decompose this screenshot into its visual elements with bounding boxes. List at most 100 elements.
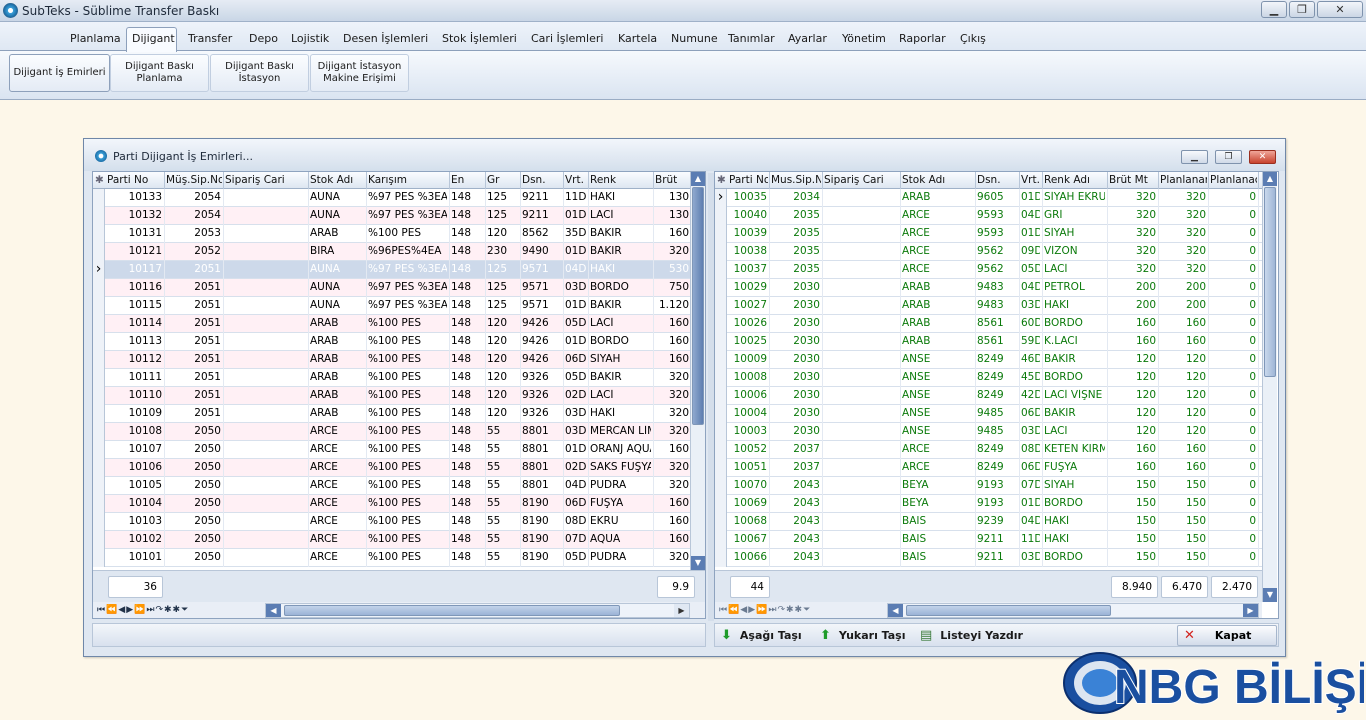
row-indicator[interactable] — [93, 369, 105, 387]
row-indicator[interactable] — [715, 315, 727, 333]
table-row[interactable]: 10101 2050 ARCE %100 PES 148 55 8190 05D PUDRA 32… — [93, 549, 692, 567]
navigator-icon[interactable]: ⏮⏪◀▶⏩⏭↷✱✱⏷ — [97, 605, 189, 615]
table-row[interactable]: 10067 2043 BAIS 9211 11D HAKI 150 150 0 — [715, 531, 1262, 549]
table-row[interactable]: 10121 2052 BIRA %96PES%4EA 148 230 9490 01D BAKI… — [93, 243, 692, 261]
ribbon-dijigant-is-emirleri[interactable]: Dijigant İş Emirleri — [9, 54, 110, 92]
row-indicator[interactable] — [715, 261, 727, 279]
row-indicator[interactable] — [93, 495, 105, 513]
table-row[interactable]: 10115 2051 AUNA %97 PES %3EA 148 125 9571 01D BA… — [93, 297, 692, 315]
table-row[interactable]: 10102 2050 ARCE %100 PES 148 55 8190 07D AQUA 160 — [93, 531, 692, 549]
row-indicator[interactable] — [93, 423, 105, 441]
table-row[interactable]: 10103 2050 ARCE %100 PES 148 55 8190 08D EKRU 160 — [93, 513, 692, 531]
window-restore-button[interactable]: ❐ — [1215, 150, 1242, 164]
column-separator[interactable] — [588, 172, 589, 189]
table-row[interactable]: 10027 2030 ARAB 9483 03D HAKI 200 200 0 — [715, 297, 1262, 315]
scroll-up-icon[interactable]: ▲ — [691, 172, 705, 186]
table-row[interactable]: › 10117 2051 AUNA %97 PES %3EA 148 125 9571 04D H… — [93, 261, 692, 279]
table-row[interactable]: 10106 2050 ARCE %100 PES 148 55 8801 02D SAKS FU… — [93, 459, 692, 477]
row-indicator[interactable] — [93, 531, 105, 549]
menu-numune[interactable]: Numune — [671, 32, 718, 45]
window-close-button[interactable]: ✕ — [1249, 150, 1276, 164]
table-row[interactable]: 10003 2030 ANSE 9485 03D LACI 120 120 0 — [715, 423, 1262, 441]
row-indicator[interactable] — [715, 243, 727, 261]
column-header[interactable]: Stok Adı — [902, 174, 974, 186]
table-row[interactable]: 10068 2043 BAIS 9239 04D HAKİ 150 150 0 — [715, 513, 1262, 531]
column-header[interactable]: Sipariş Cari — [225, 174, 307, 186]
menu-transfer[interactable]: Transfer — [188, 32, 232, 45]
table-row[interactable]: 10006 2030 ANSE 8249 42D LACİ VİŞNE 120 120 0 — [715, 387, 1262, 405]
table-row[interactable]: 10111 2051 ARAB %100 PES 148 120 9326 05D BAKIR 3… — [93, 369, 692, 387]
left-hscroll-thumb[interactable] — [284, 605, 620, 616]
table-row[interactable]: 10038 2035 ARCE 9562 09D VİZON 320 320 0 — [715, 243, 1262, 261]
table-row[interactable]: 10026 2030 ARAB 8561 60D BORDO 160 160 0 — [715, 315, 1262, 333]
menu-lojistik[interactable]: Lojistik — [291, 32, 329, 45]
menu-cikis[interactable]: Çıkış — [960, 32, 986, 45]
table-row[interactable]: › 10035 2034 ARAB 9605 01D SİYAH EKRU 320 320 0 — [715, 189, 1262, 207]
table-row[interactable]: 10039 2035 ARCE 9593 01D SİYAH 320 320 0 — [715, 225, 1262, 243]
scroll-down-icon[interactable]: ▼ — [1263, 588, 1277, 602]
column-separator[interactable] — [164, 172, 165, 189]
row-indicator[interactable] — [93, 333, 105, 351]
row-indicator[interactable] — [93, 297, 105, 315]
right-vertical-scrollbar[interactable]: ▲ ▼ — [1262, 172, 1277, 602]
menu-cari-islemleri[interactable]: Cari İşlemleri — [531, 32, 603, 45]
window-minimize-button[interactable]: ▁ — [1181, 150, 1208, 164]
table-row[interactable]: 10112 2051 ARAB %100 PES 148 120 9426 06D SİYAH 1… — [93, 351, 692, 369]
column-header[interactable]: Brüt Mt — [1109, 174, 1157, 186]
column-separator[interactable] — [1107, 172, 1108, 189]
row-indicator[interactable] — [715, 279, 727, 297]
row-indicator[interactable] — [93, 225, 105, 243]
row-indicator[interactable] — [93, 513, 105, 531]
column-header[interactable]: Dsn. — [977, 174, 1018, 186]
scroll-left-icon[interactable]: ◀ — [888, 604, 903, 617]
table-row[interactable]: 10113 2051 ARAB %100 PES 148 120 9426 01D BORDO 1… — [93, 333, 692, 351]
row-indicator[interactable] — [715, 333, 727, 351]
minimize-button[interactable]: ▁ — [1261, 1, 1287, 18]
table-row[interactable]: 10066 2043 BAIS 9211 03D BORDO 150 150 0 — [715, 549, 1262, 567]
menu-stok-islemleri[interactable]: Stok İşlemleri — [442, 32, 517, 45]
row-indicator[interactable] — [93, 279, 105, 297]
row-indicator[interactable] — [715, 297, 727, 315]
table-row[interactable]: 10105 2050 ARCE %100 PES 148 55 8801 04D PUDRA 32… — [93, 477, 692, 495]
column-separator[interactable] — [563, 172, 564, 189]
row-indicator[interactable] — [93, 243, 105, 261]
row-indicator[interactable] — [715, 351, 727, 369]
table-row[interactable]: 10107 2050 ARCE %100 PES 148 55 8801 01D ORANJ A… — [93, 441, 692, 459]
column-header[interactable]: Karışım — [368, 174, 448, 186]
column-separator[interactable] — [1258, 172, 1259, 189]
asagi-tasi-button[interactable]: ⬇ Aşağı Taşı — [721, 626, 802, 645]
row-indicator[interactable] — [715, 225, 727, 243]
menu-yonetim[interactable]: Yönetim — [842, 32, 886, 45]
row-indicator[interactable] — [93, 405, 105, 423]
column-header[interactable]: Stok Adı — [310, 174, 365, 186]
navigator-icon[interactable]: ⏮⏪◀▶⏩⏭↷✱✱⏷ — [719, 605, 811, 615]
row-indicator[interactable]: › — [93, 261, 105, 279]
row-indicator[interactable] — [715, 369, 727, 387]
left-vertical-scrollbar[interactable]: ▲ ▼ — [690, 172, 705, 570]
column-header[interactable]: Vrt. — [1021, 174, 1041, 186]
table-row[interactable]: 10051 2037 ARCE 8249 06D FUŞYA 160 160 0 — [715, 459, 1262, 477]
scroll-up-icon[interactable]: ▲ — [1263, 172, 1277, 186]
row-indicator[interactable] — [93, 189, 105, 207]
row-indicator[interactable] — [715, 387, 727, 405]
scroll-right-icon[interactable]: ▶ — [674, 604, 689, 617]
kapat-button[interactable]: ✕ Kapat — [1177, 625, 1277, 646]
table-row[interactable]: 10052 2037 ARCE 8249 08D KETEN KIRMI 160 160 0 — [715, 441, 1262, 459]
column-separator[interactable] — [308, 172, 309, 189]
column-header[interactable]: Gr — [487, 174, 519, 186]
column-separator[interactable] — [520, 172, 521, 189]
column-separator[interactable] — [900, 172, 901, 189]
table-row[interactable]: 10104 2050 ARCE %100 PES 148 55 8190 06D FUŞYA 16… — [93, 495, 692, 513]
column-header[interactable]: Sipariş Cari — [824, 174, 899, 186]
row-indicator[interactable] — [715, 423, 727, 441]
column-header[interactable]: Parti No — [729, 174, 768, 186]
menu-depo[interactable]: Depo — [249, 32, 278, 45]
scroll-down-icon[interactable]: ▼ — [691, 556, 705, 570]
table-row[interactable]: 10110 2051 ARAB %100 PES 148 120 9326 02D LACİ 32… — [93, 387, 692, 405]
row-indicator[interactable] — [715, 459, 727, 477]
row-indicator[interactable] — [93, 477, 105, 495]
column-header[interactable]: Dsn. — [522, 174, 562, 186]
column-separator[interactable] — [1019, 172, 1020, 189]
row-indicator[interactable] — [93, 459, 105, 477]
scroll-right-icon[interactable]: ▶ — [1243, 604, 1258, 617]
